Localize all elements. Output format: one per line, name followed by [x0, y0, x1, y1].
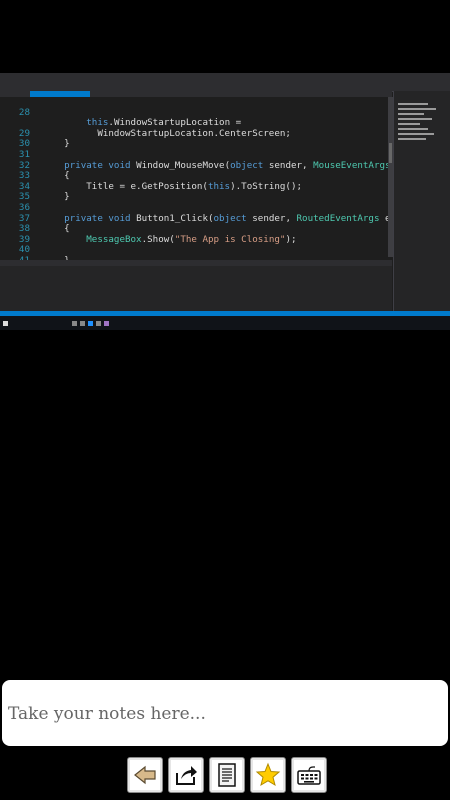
code-text: Title = e.GetPosition(this).ToString();	[42, 180, 303, 192]
code-line: WindowStartupLocation.CenterScreen;	[0, 108, 291, 138]
code-text: WindowStartupLocation.CenterScreen;	[42, 127, 291, 139]
code-text: }	[42, 138, 70, 150]
back-arrow-icon	[134, 765, 156, 785]
editor-scrollbar-thumb	[389, 143, 392, 163]
code-line: 29 }	[0, 118, 70, 149]
star-icon	[255, 762, 281, 787]
tree-row	[398, 128, 428, 130]
taskbar-app-icon	[88, 321, 93, 326]
code-editor: 28 this.WindowStartupLocation = WindowSt…	[0, 97, 407, 276]
taskbar-app-icon	[96, 321, 101, 326]
taskbar-app-icon	[72, 321, 77, 326]
windows-taskbar	[0, 316, 450, 330]
favorite-button[interactable]	[250, 757, 286, 793]
code-line: 34 }	[0, 171, 70, 202]
tree-row	[398, 103, 428, 105]
tree-row	[398, 123, 420, 125]
code-line: 32 {	[0, 150, 70, 181]
video-frame: 28 this.WindowStartupLocation = WindowSt…	[0, 73, 450, 330]
tree-row	[398, 108, 436, 110]
code-line: 40 }	[0, 235, 70, 266]
share-button[interactable]	[168, 757, 204, 793]
tree-row	[398, 118, 432, 120]
share-icon	[176, 766, 197, 785]
code-line: 33 Title = e.GetPosition(this).ToString(…	[0, 161, 302, 192]
code-line: 39	[0, 224, 33, 244]
code-text: }	[42, 191, 70, 203]
code-line: 28 this.WindowStartupLocation =	[0, 97, 241, 128]
back-button[interactable]	[127, 757, 163, 793]
tree-row	[398, 133, 434, 135]
code-line: 35	[0, 182, 33, 202]
notes-icon	[218, 763, 236, 787]
code-text: private void Window_MouseMove(object sen…	[64, 159, 407, 171]
taskbar-app-icon	[104, 321, 109, 326]
code-text: private void Button1_Click(object sender…	[64, 212, 396, 224]
code-line: 30	[0, 129, 33, 149]
notes-input[interactable]: Take your notes here...	[2, 680, 448, 746]
code-line: 37 {	[0, 203, 70, 234]
start-icon	[3, 321, 8, 326]
tree-row	[398, 138, 426, 140]
solution-explorer-panel	[393, 91, 450, 311]
notes-placeholder: Take your notes here...	[8, 704, 206, 724]
code-text: MessageBox.Show("The App is Closing");	[86, 233, 297, 245]
taskbar-app-icon	[80, 321, 85, 326]
keyboard-button[interactable]	[291, 757, 327, 793]
notes-button[interactable]	[209, 757, 245, 793]
code-line: 36 private void Button1_Click(object sen…	[0, 192, 396, 223]
keyboard-icon	[297, 766, 321, 785]
code-line: 31 private void Window_MouseMove(object …	[0, 139, 407, 170]
output-panel	[0, 266, 392, 311]
tree-row	[398, 113, 424, 115]
code-line: 38 MessageBox.Show("The App is Closing")…	[0, 214, 297, 245]
code-line: 41 }	[0, 245, 48, 276]
